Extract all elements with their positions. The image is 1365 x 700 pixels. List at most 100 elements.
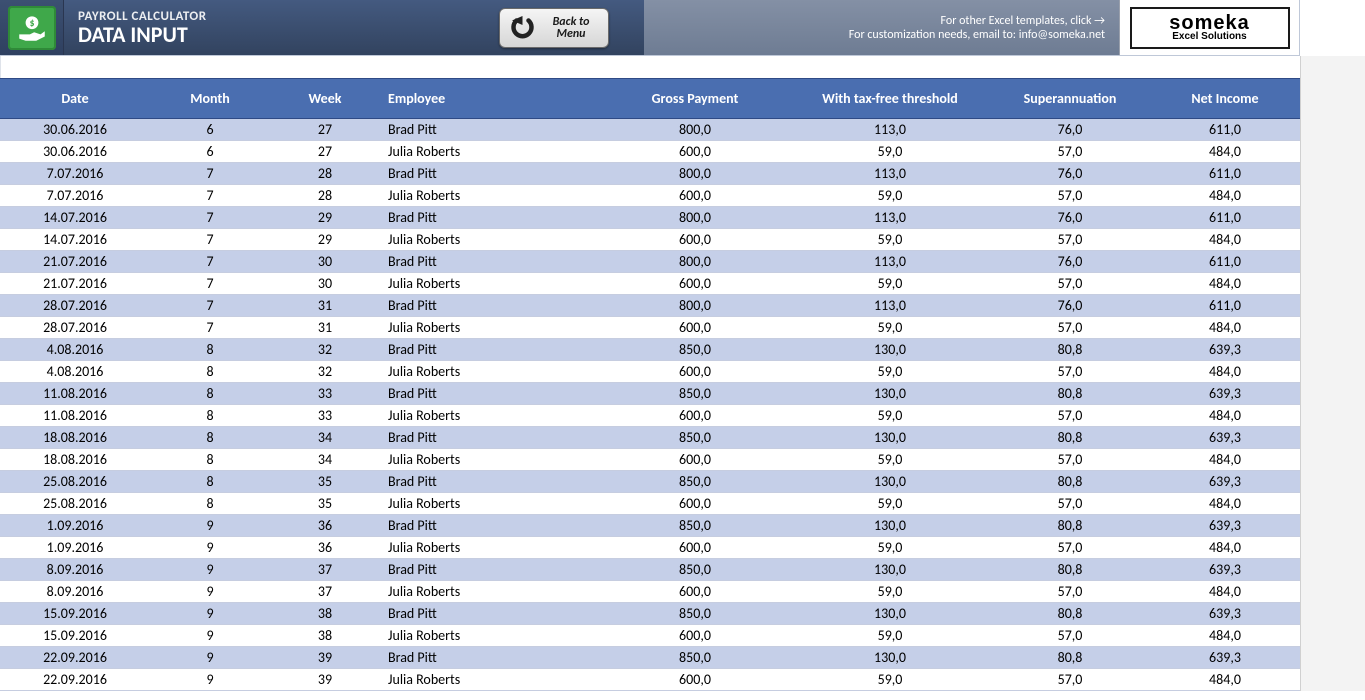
cell-net[interactable]: 484,0 [1150,625,1300,647]
cell-employee[interactable]: Brad Pitt [380,647,600,669]
cell-week[interactable]: 39 [270,647,380,669]
cell-net[interactable]: 484,0 [1150,449,1300,471]
cell-date[interactable]: 28.07.2016 [0,317,150,339]
cell-date[interactable]: 7.07.2016 [0,185,150,207]
cell-date[interactable]: 22.09.2016 [0,669,150,691]
cell-employee[interactable]: Julia Roberts [380,493,600,515]
cell-super[interactable]: 76,0 [990,295,1150,317]
cell-gross[interactable]: 600,0 [600,185,790,207]
cell-tax[interactable]: 130,0 [790,515,990,537]
cell-week[interactable]: 30 [270,273,380,295]
cell-date[interactable]: 15.09.2016 [0,625,150,647]
cell-date[interactable]: 25.08.2016 [0,471,150,493]
cell-date[interactable]: 18.08.2016 [0,427,150,449]
cell-tax[interactable]: 130,0 [790,603,990,625]
cell-date[interactable]: 7.07.2016 [0,163,150,185]
cell-date[interactable]: 11.08.2016 [0,383,150,405]
col-tax[interactable]: With tax-free threshold [790,79,990,119]
cell-employee[interactable]: Julia Roberts [380,581,600,603]
cell-net[interactable]: 484,0 [1150,317,1300,339]
cell-tax[interactable]: 59,0 [790,537,990,559]
cell-month[interactable]: 8 [150,405,270,427]
cell-tax[interactable]: 130,0 [790,383,990,405]
cell-net[interactable]: 484,0 [1150,405,1300,427]
payroll-table[interactable]: Date Month Week Employee Gross Payment W… [0,78,1300,691]
cell-employee[interactable]: Brad Pitt [380,119,600,141]
cell-net[interactable]: 639,3 [1150,471,1300,493]
cell-month[interactable]: 9 [150,669,270,691]
cell-employee[interactable]: Brad Pitt [380,427,600,449]
cell-date[interactable]: 8.09.2016 [0,559,150,581]
cell-week[interactable]: 36 [270,515,380,537]
cell-super[interactable]: 57,0 [990,185,1150,207]
cell-month[interactable]: 9 [150,559,270,581]
cell-month[interactable]: 6 [150,141,270,163]
cell-super[interactable]: 57,0 [990,229,1150,251]
cell-employee[interactable]: Brad Pitt [380,295,600,317]
cell-week[interactable]: 31 [270,317,380,339]
table-row[interactable]: 4.08.2016832Julia Roberts600,059,057,048… [0,361,1300,383]
cell-gross[interactable]: 850,0 [600,471,790,493]
cell-month[interactable]: 7 [150,295,270,317]
cell-net[interactable]: 484,0 [1150,273,1300,295]
table-row[interactable]: 30.06.2016627Brad Pitt800,0113,076,0611,… [0,119,1300,141]
cell-tax[interactable]: 113,0 [790,207,990,229]
col-month[interactable]: Month [150,79,270,119]
cell-date[interactable]: 15.09.2016 [0,603,150,625]
cell-tax[interactable]: 59,0 [790,581,990,603]
table-row[interactable]: 11.08.2016833Julia Roberts600,059,057,04… [0,405,1300,427]
col-week[interactable]: Week [270,79,380,119]
cell-super[interactable]: 76,0 [990,119,1150,141]
table-row[interactable]: 14.07.2016729Brad Pitt800,0113,076,0611,… [0,207,1300,229]
back-to-menu-button[interactable]: Back to Menu [499,8,609,48]
cell-tax[interactable]: 130,0 [790,339,990,361]
cell-tax[interactable]: 113,0 [790,295,990,317]
cell-net[interactable]: 611,0 [1150,163,1300,185]
cell-super[interactable]: 57,0 [990,625,1150,647]
cell-date[interactable]: 18.08.2016 [0,449,150,471]
table-row[interactable]: 7.07.2016728Julia Roberts600,059,057,048… [0,185,1300,207]
cell-tax[interactable]: 59,0 [790,493,990,515]
cell-gross[interactable]: 850,0 [600,559,790,581]
cell-month[interactable]: 8 [150,339,270,361]
cell-week[interactable]: 34 [270,427,380,449]
cell-net[interactable]: 484,0 [1150,229,1300,251]
cell-tax[interactable]: 130,0 [790,559,990,581]
cell-employee[interactable]: Brad Pitt [380,383,600,405]
cell-week[interactable]: 37 [270,581,380,603]
cell-tax[interactable]: 59,0 [790,141,990,163]
cell-week[interactable]: 34 [270,449,380,471]
cell-super[interactable]: 76,0 [990,163,1150,185]
cell-employee[interactable]: Julia Roberts [380,273,600,295]
table-row[interactable]: 28.07.2016731Julia Roberts600,059,057,04… [0,317,1300,339]
cell-week[interactable]: 29 [270,229,380,251]
cell-super[interactable]: 80,8 [990,647,1150,669]
cell-net[interactable]: 484,0 [1150,669,1300,691]
cell-super[interactable]: 80,8 [990,383,1150,405]
cell-employee[interactable]: Brad Pitt [380,471,600,493]
cell-week[interactable]: 36 [270,537,380,559]
cell-date[interactable]: 14.07.2016 [0,207,150,229]
cell-date[interactable]: 8.09.2016 [0,581,150,603]
cell-gross[interactable]: 800,0 [600,251,790,273]
cell-week[interactable]: 35 [270,493,380,515]
table-row[interactable]: 18.08.2016834Julia Roberts600,059,057,04… [0,449,1300,471]
cell-date[interactable]: 14.07.2016 [0,229,150,251]
table-row[interactable]: 21.07.2016730Brad Pitt800,0113,076,0611,… [0,251,1300,273]
cell-employee[interactable]: Brad Pitt [380,559,600,581]
table-row[interactable]: 25.08.2016835Julia Roberts600,059,057,04… [0,493,1300,515]
cell-month[interactable]: 9 [150,603,270,625]
cell-date[interactable]: 30.06.2016 [0,141,150,163]
cell-super[interactable]: 57,0 [990,493,1150,515]
cell-super[interactable]: 57,0 [990,669,1150,691]
cell-net[interactable]: 611,0 [1150,295,1300,317]
cell-employee[interactable]: Brad Pitt [380,207,600,229]
cell-week[interactable]: 32 [270,361,380,383]
cell-tax[interactable]: 59,0 [790,229,990,251]
cell-date[interactable]: 11.08.2016 [0,405,150,427]
cell-gross[interactable]: 800,0 [600,119,790,141]
cell-month[interactable]: 7 [150,185,270,207]
cell-week[interactable]: 39 [270,669,380,691]
table-row[interactable]: 8.09.2016937Julia Roberts600,059,057,048… [0,581,1300,603]
cell-employee[interactable]: Julia Roberts [380,669,600,691]
